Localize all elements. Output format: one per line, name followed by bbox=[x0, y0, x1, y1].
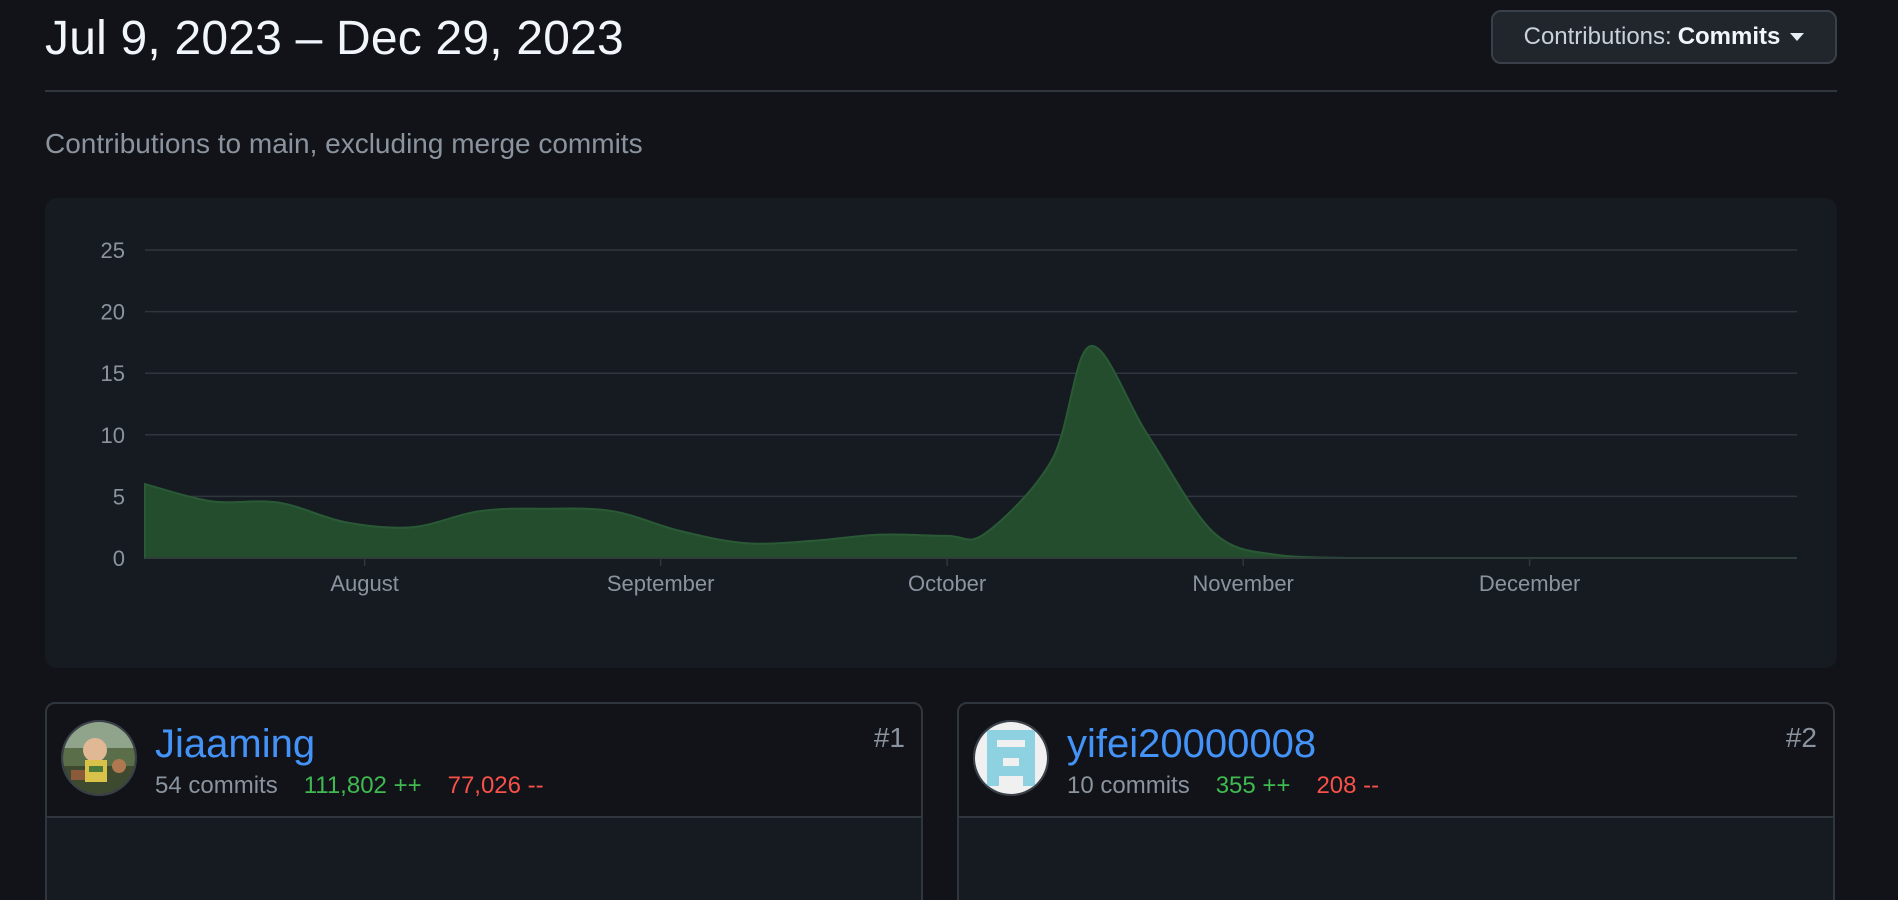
y-tick-label: 25 bbox=[101, 238, 125, 263]
caret-down-icon bbox=[1790, 33, 1805, 41]
commit-count: 54 commits bbox=[155, 772, 278, 799]
additions-count: 355 ++ bbox=[1215, 772, 1291, 799]
contributor-card-2: yifei20000008 10 commits 355 ++ 208 -- #… bbox=[957, 702, 1835, 900]
y-tick-label: 15 bbox=[101, 361, 125, 386]
select-prefix-label: Contributions: bbox=[1523, 23, 1672, 50]
contributor-username-link[interactable]: yifei20000008 bbox=[1067, 722, 1316, 767]
contributor-chart-area bbox=[959, 818, 1833, 900]
x-tick-label: November bbox=[1192, 571, 1293, 596]
identicon-avatar-icon bbox=[975, 722, 1047, 794]
x-tick-label: August bbox=[330, 571, 399, 596]
commits-series-area bbox=[144, 345, 1797, 559]
commits-area-chart: 0 5 10 15 20 25 August September October November… bbox=[101, 238, 1797, 596]
avatar[interactable] bbox=[61, 720, 137, 796]
x-tick-label: December bbox=[1479, 571, 1580, 596]
deletions-count: 77,026 -- bbox=[447, 772, 544, 799]
contributor-stats: 10 commits 355 ++ 208 -- bbox=[1067, 772, 1379, 800]
contributors-page: Jul 9, 2023 – Dec 29, 2023 Contributions… bbox=[0, 0, 1898, 900]
y-tick-label: 0 bbox=[113, 546, 125, 571]
y-tick-label: 5 bbox=[113, 484, 125, 509]
contributor-card-header: Jiaaming 54 commits 111,802 ++ 77,026 --… bbox=[47, 704, 921, 818]
contributor-rank: #1 bbox=[873, 722, 905, 753]
chart-subtitle: Contributions to main, excluding merge c… bbox=[45, 128, 643, 159]
select-value-label: Commits bbox=[1677, 23, 1781, 50]
contributor-rank: #2 bbox=[1785, 722, 1817, 753]
contributor-username-link[interactable]: Jiaaming bbox=[155, 722, 315, 767]
commit-count: 10 commits bbox=[1067, 772, 1190, 799]
additions-count: 111,802 ++ bbox=[303, 772, 422, 799]
contributor-card-header: yifei20000008 10 commits 355 ++ 208 -- #… bbox=[959, 704, 1833, 818]
avatar[interactable] bbox=[973, 720, 1049, 796]
contributor-card-1: Jiaaming 54 commits 111,802 ++ 77,026 --… bbox=[45, 702, 923, 900]
x-tick-label: October bbox=[908, 571, 986, 596]
contributor-chart-area bbox=[47, 818, 921, 900]
photo-avatar-icon bbox=[63, 722, 135, 794]
x-tick-label: September bbox=[607, 571, 715, 596]
contributions-type-select[interactable]: Contributions: Commits bbox=[1491, 10, 1837, 64]
page-header: Jul 9, 2023 – Dec 29, 2023 Contributions… bbox=[45, 0, 1837, 92]
commits-chart-card: 0 5 10 15 20 25 August September October November… bbox=[45, 198, 1837, 668]
deletions-count: 208 -- bbox=[1316, 772, 1380, 799]
y-tick-label: 10 bbox=[101, 423, 125, 448]
y-tick-label: 20 bbox=[101, 300, 125, 325]
date-range-title: Jul 9, 2023 – Dec 29, 2023 bbox=[45, 12, 624, 65]
contributor-stats: 54 commits 111,802 ++ 77,026 -- bbox=[155, 772, 544, 800]
